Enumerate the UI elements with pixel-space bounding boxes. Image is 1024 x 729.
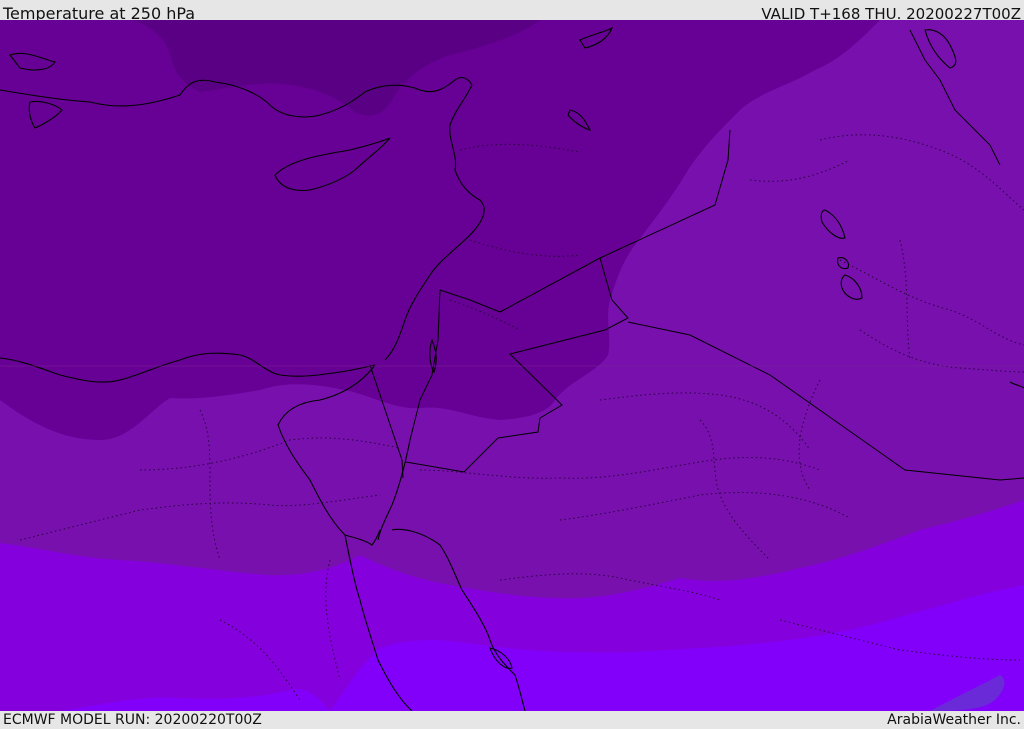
footer-bar: ECMWF MODEL RUN: 20200220T00Z ArabiaWeat… — [0, 711, 1024, 729]
model-run: ECMWF MODEL RUN: 20200220T00Z — [3, 712, 262, 728]
header-bar: Temperature at 250 hPa VALID T+168 THU. … — [0, 0, 1024, 23]
temperature-map — [0, 20, 1024, 711]
credit-text: ArabiaWeather Inc. — [887, 712, 1021, 728]
